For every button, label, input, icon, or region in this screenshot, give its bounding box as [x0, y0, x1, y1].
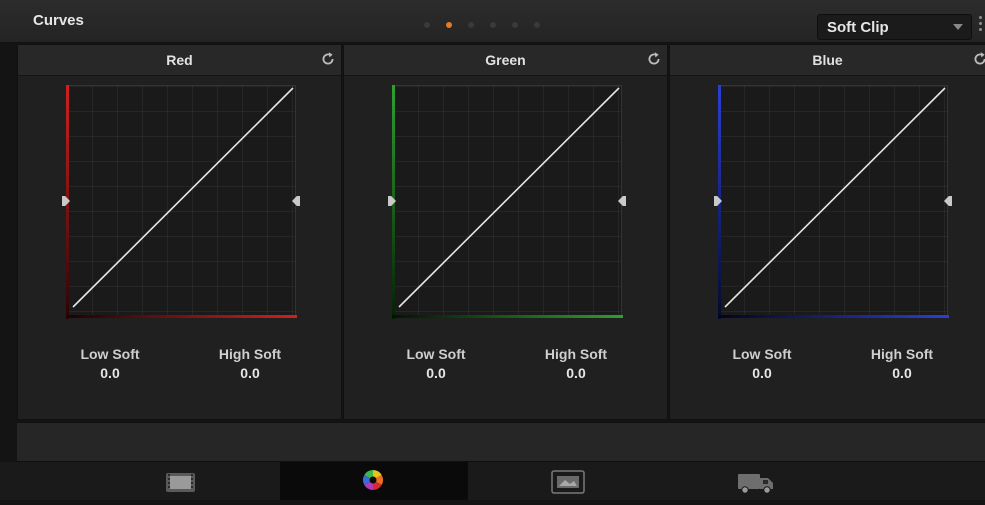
high-soft-control: High Soft 0.0: [205, 346, 295, 381]
curve-graph-blue[interactable]: [714, 85, 952, 319]
page-indicator: [424, 22, 556, 28]
low-soft-value[interactable]: 0.0: [391, 365, 481, 381]
curve-panel-header: Red: [18, 45, 341, 76]
curve-line[interactable]: [67, 86, 297, 319]
low-soft-control: Low Soft 0.0: [391, 346, 481, 381]
options-menu-icon[interactable]: [979, 16, 982, 34]
page-dot[interactable]: [424, 22, 430, 28]
curve-line[interactable]: [719, 86, 949, 319]
page-dot[interactable]: [468, 22, 474, 28]
page-dot[interactable]: [512, 22, 518, 28]
color-wheel-icon: [363, 470, 383, 490]
nav-color[interactable]: [280, 462, 468, 500]
low-soft-label: Low Soft: [80, 346, 140, 362]
curve-panel-blue: Blue Low Soft 0.0 High Soft 0.0: [669, 44, 985, 420]
mode-dropdown[interactable]: Soft Clip: [817, 14, 972, 40]
nav-deliver[interactable]: [700, 462, 820, 500]
panel-header-bar: Curves Soft Clip: [0, 0, 985, 43]
curve-panel-title: Red: [166, 52, 193, 68]
low-soft-value[interactable]: 0.0: [717, 365, 807, 381]
high-soft-label: High Soft: [544, 346, 608, 362]
reset-icon[interactable]: [971, 50, 985, 68]
chevron-down-icon: [953, 24, 963, 30]
curve-panel-title: Green: [485, 52, 526, 68]
high-soft-value[interactable]: 0.0: [531, 365, 621, 381]
mode-dropdown-value: Soft Clip: [827, 19, 889, 36]
curve-panel-title: Blue: [812, 52, 843, 68]
reset-icon[interactable]: [319, 50, 337, 68]
high-soft-value[interactable]: 0.0: [205, 365, 295, 381]
deliver-icon: [738, 474, 773, 494]
nav-gallery[interactable]: [510, 462, 630, 500]
page-dot-active[interactable]: [446, 22, 452, 28]
reset-icon[interactable]: [645, 50, 663, 68]
curve-panel-header: Blue: [670, 45, 985, 76]
page-nav-bar: [0, 462, 985, 500]
curve-panel-red: Red Low Soft 0.0 High Soft 0.0: [17, 44, 342, 420]
low-soft-value[interactable]: 0.0: [65, 365, 155, 381]
high-soft-label: High Soft: [218, 346, 282, 362]
page-dot[interactable]: [534, 22, 540, 28]
high-soft-label: High Soft: [870, 346, 934, 362]
nav-media[interactable]: [120, 462, 240, 500]
gallery-icon: [551, 470, 585, 494]
curve-graph-green[interactable]: [388, 85, 626, 319]
low-soft-control: Low Soft 0.0: [65, 346, 155, 381]
panel-title: Curves: [33, 12, 84, 29]
page-dot[interactable]: [490, 22, 496, 28]
high-soft-control: High Soft 0.0: [857, 346, 947, 381]
low-soft-label: Low Soft: [406, 346, 466, 362]
curve-panel-green: Green Low Soft 0.0 High Soft 0.0: [343, 44, 668, 420]
curves-panels: Red Low Soft 0.0 High Soft 0.0 Green Low…: [17, 44, 985, 420]
low-soft-control: Low Soft 0.0: [717, 346, 807, 381]
high-soft-value[interactable]: 0.0: [857, 365, 947, 381]
high-soft-control: High Soft 0.0: [531, 346, 621, 381]
curve-line[interactable]: [393, 86, 623, 319]
low-soft-label: Low Soft: [732, 346, 792, 362]
status-bar: [17, 422, 985, 462]
media-icon: [166, 473, 195, 492]
curve-graph-red[interactable]: [62, 85, 300, 319]
curve-panel-header: Green: [344, 45, 667, 76]
